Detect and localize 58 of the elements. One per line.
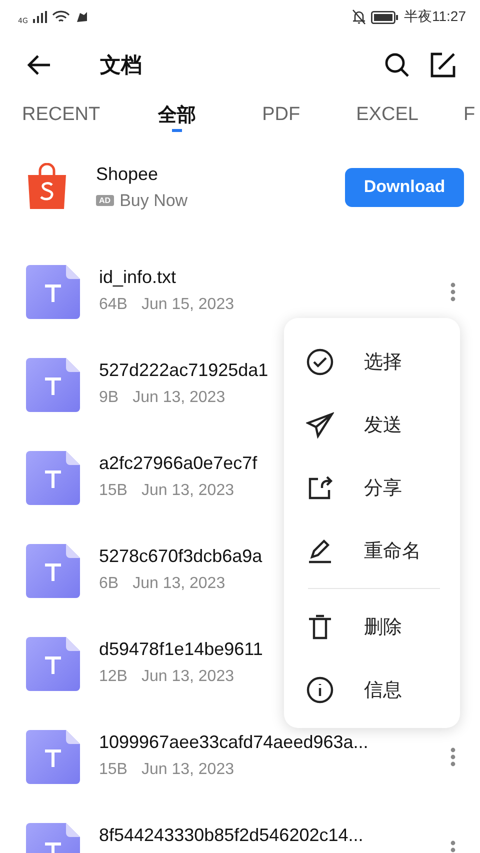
file-size: 15B [99,482,128,500]
text-file-icon [26,636,80,690]
file-date: Jun 13, 2023 [141,482,234,500]
wifi-icon [52,10,70,24]
file-size: 15B [99,760,128,778]
share-icon [306,474,334,502]
more-icon [450,282,456,302]
file-name: 5278c670f3dcb6a9a [99,546,262,566]
file-date: Jun 13, 2023 [141,668,234,686]
tab[interactable]: RECENT [22,104,100,130]
more-icon [450,746,456,766]
menu-item[interactable]: 删除 [284,595,460,658]
search-icon [384,52,410,78]
file-date: Jun 13, 2023 [141,760,234,778]
menu-item[interactable]: 选择 [284,330,460,393]
file-date: Jun 13, 2023 [132,388,226,406]
tab[interactable]: EXCEL [356,104,418,130]
file-size: 64B [99,296,128,314]
text-file-icon [26,450,80,504]
file-name: 8f544243330b85f2d546202c14... [99,824,364,846]
file-size: 6B [99,574,119,592]
text-file-icon [26,544,80,598]
info-icon [306,676,334,704]
trash-icon [306,612,334,640]
shopping-bag-icon [26,163,68,211]
file-name: 1099967aee33cafd74aeed963a... [99,732,368,752]
edit-icon [430,52,456,78]
menu-item[interactable]: 信息 [284,658,460,721]
tab[interactable]: F [463,104,476,130]
file-name: d59478f1e14be9611 [99,638,263,660]
download-button[interactable]: Download [345,168,464,206]
check-circle-icon [306,348,334,376]
tab[interactable]: PDF [262,104,300,130]
file-name: 527d222ac71925da1 [99,360,268,380]
menu-item[interactable]: 重命名 [284,519,460,582]
file-size: 12B [99,668,128,686]
tab[interactable]: 全部 [158,102,196,132]
status-time: 半夜11:27 [404,8,466,26]
ad-badge: AD [96,195,114,206]
send-icon [306,410,334,438]
battery-icon [371,10,399,24]
text-file-icon [26,264,80,318]
ad-tagline: Buy Now [120,190,188,210]
text-file-icon [26,358,80,412]
pencil-icon [306,536,334,564]
text-file-icon [26,730,80,784]
file-size: 9B [99,388,119,406]
file-name: id_info.txt [99,266,176,288]
menu-item[interactable]: 发送 [284,393,460,456]
ad-title: Shopee [96,164,160,184]
menu-item[interactable]: 分享 [284,456,460,519]
file-date: Jun 13, 2023 [132,574,226,592]
bell-off-icon [352,9,366,25]
signal-icon [32,11,47,23]
page-title: 文档 [100,52,142,79]
file-name: a2fc27966a0e7ec7f [99,452,258,474]
back-arrow-icon [26,54,52,76]
file-date: Jun 15, 2023 [141,296,234,314]
